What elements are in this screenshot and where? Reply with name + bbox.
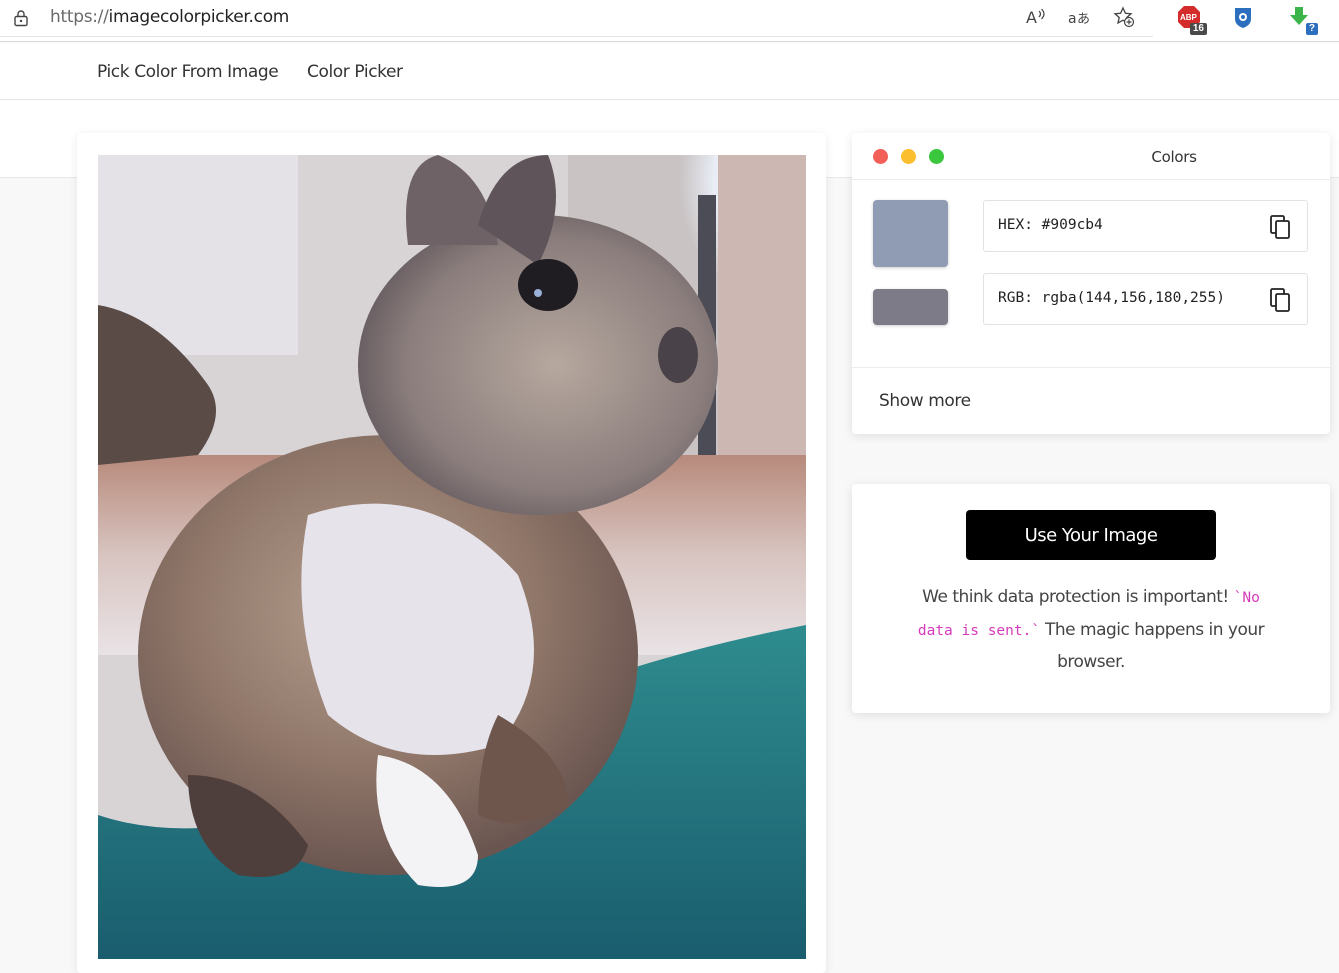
translate-icon[interactable]: a あ (1068, 6, 1090, 28)
privacy-text-end: The magic happens in your browser. (1040, 619, 1265, 673)
extension-badge: ? (1305, 23, 1318, 35)
divider (852, 367, 1330, 368)
read-aloud-icon[interactable]: A (1024, 6, 1046, 28)
nav-pick-color-from-image[interactable]: Pick Color From Image (97, 62, 279, 82)
rgb-value[interactable]: RGB: rgba(144,156,180,255) (998, 290, 1225, 306)
extension-badge: 16 (1189, 23, 1207, 35)
selected-color-swatch[interactable] (873, 200, 948, 267)
svg-text:a: a (1068, 11, 1077, 27)
privacy-text: We think data protection is important! (922, 587, 1234, 607)
maximize-dot-icon (929, 149, 944, 164)
hex-value[interactable]: HEX: #909cb4 (998, 217, 1103, 233)
colors-panel-title: Colors (1151, 148, 1197, 166)
site-navigation: Pick Color From Image Color Picker (0, 43, 1339, 100)
use-your-image-button[interactable]: Use Your Image (966, 510, 1216, 560)
copy-rgb-icon[interactable] (1269, 287, 1291, 313)
svg-text:A: A (1026, 8, 1037, 27)
image-canvas[interactable] (98, 155, 806, 959)
nav-color-picker[interactable]: Color Picker (307, 62, 403, 82)
shield-icon (1235, 8, 1251, 28)
upload-panel: Use Your Image We think data protection … (852, 484, 1330, 713)
url-text[interactable]: https://imagecolorpicker.com (50, 7, 289, 27)
hover-color-swatch[interactable] (873, 289, 948, 325)
copy-hex-icon[interactable] (1269, 214, 1291, 240)
lock-icon[interactable] (12, 9, 30, 27)
svg-text:あ: あ (1077, 12, 1090, 27)
hex-value-box: HEX: #909cb4 (983, 200, 1308, 252)
download-extension-icon[interactable]: ? (1288, 5, 1318, 35)
adblock-extension-icon[interactable]: ABP 16 (1177, 5, 1207, 35)
privacy-notice: We think data protection is important! `… (912, 582, 1270, 679)
minimize-dot-icon (901, 149, 916, 164)
url-field[interactable]: https://imagecolorpicker.com (0, 0, 1153, 37)
add-favorite-icon[interactable] (1113, 6, 1135, 28)
image-card (77, 133, 826, 973)
shield-extension-icon[interactable] (1232, 5, 1258, 33)
colors-panel-header: Colors (852, 133, 1330, 180)
rgb-value-box: RGB: rgba(144,156,180,255) (983, 273, 1308, 325)
svg-text:ABP: ABP (1180, 13, 1198, 22)
colors-panel: Colors HEX: #909cb4 RGB: rgba(144,156,18… (852, 133, 1330, 434)
close-dot-icon (873, 149, 888, 164)
show-more-link[interactable]: Show more (879, 391, 971, 411)
browser-address-bar: https://imagecolorpicker.com A a あ ABP 1… (0, 0, 1339, 42)
